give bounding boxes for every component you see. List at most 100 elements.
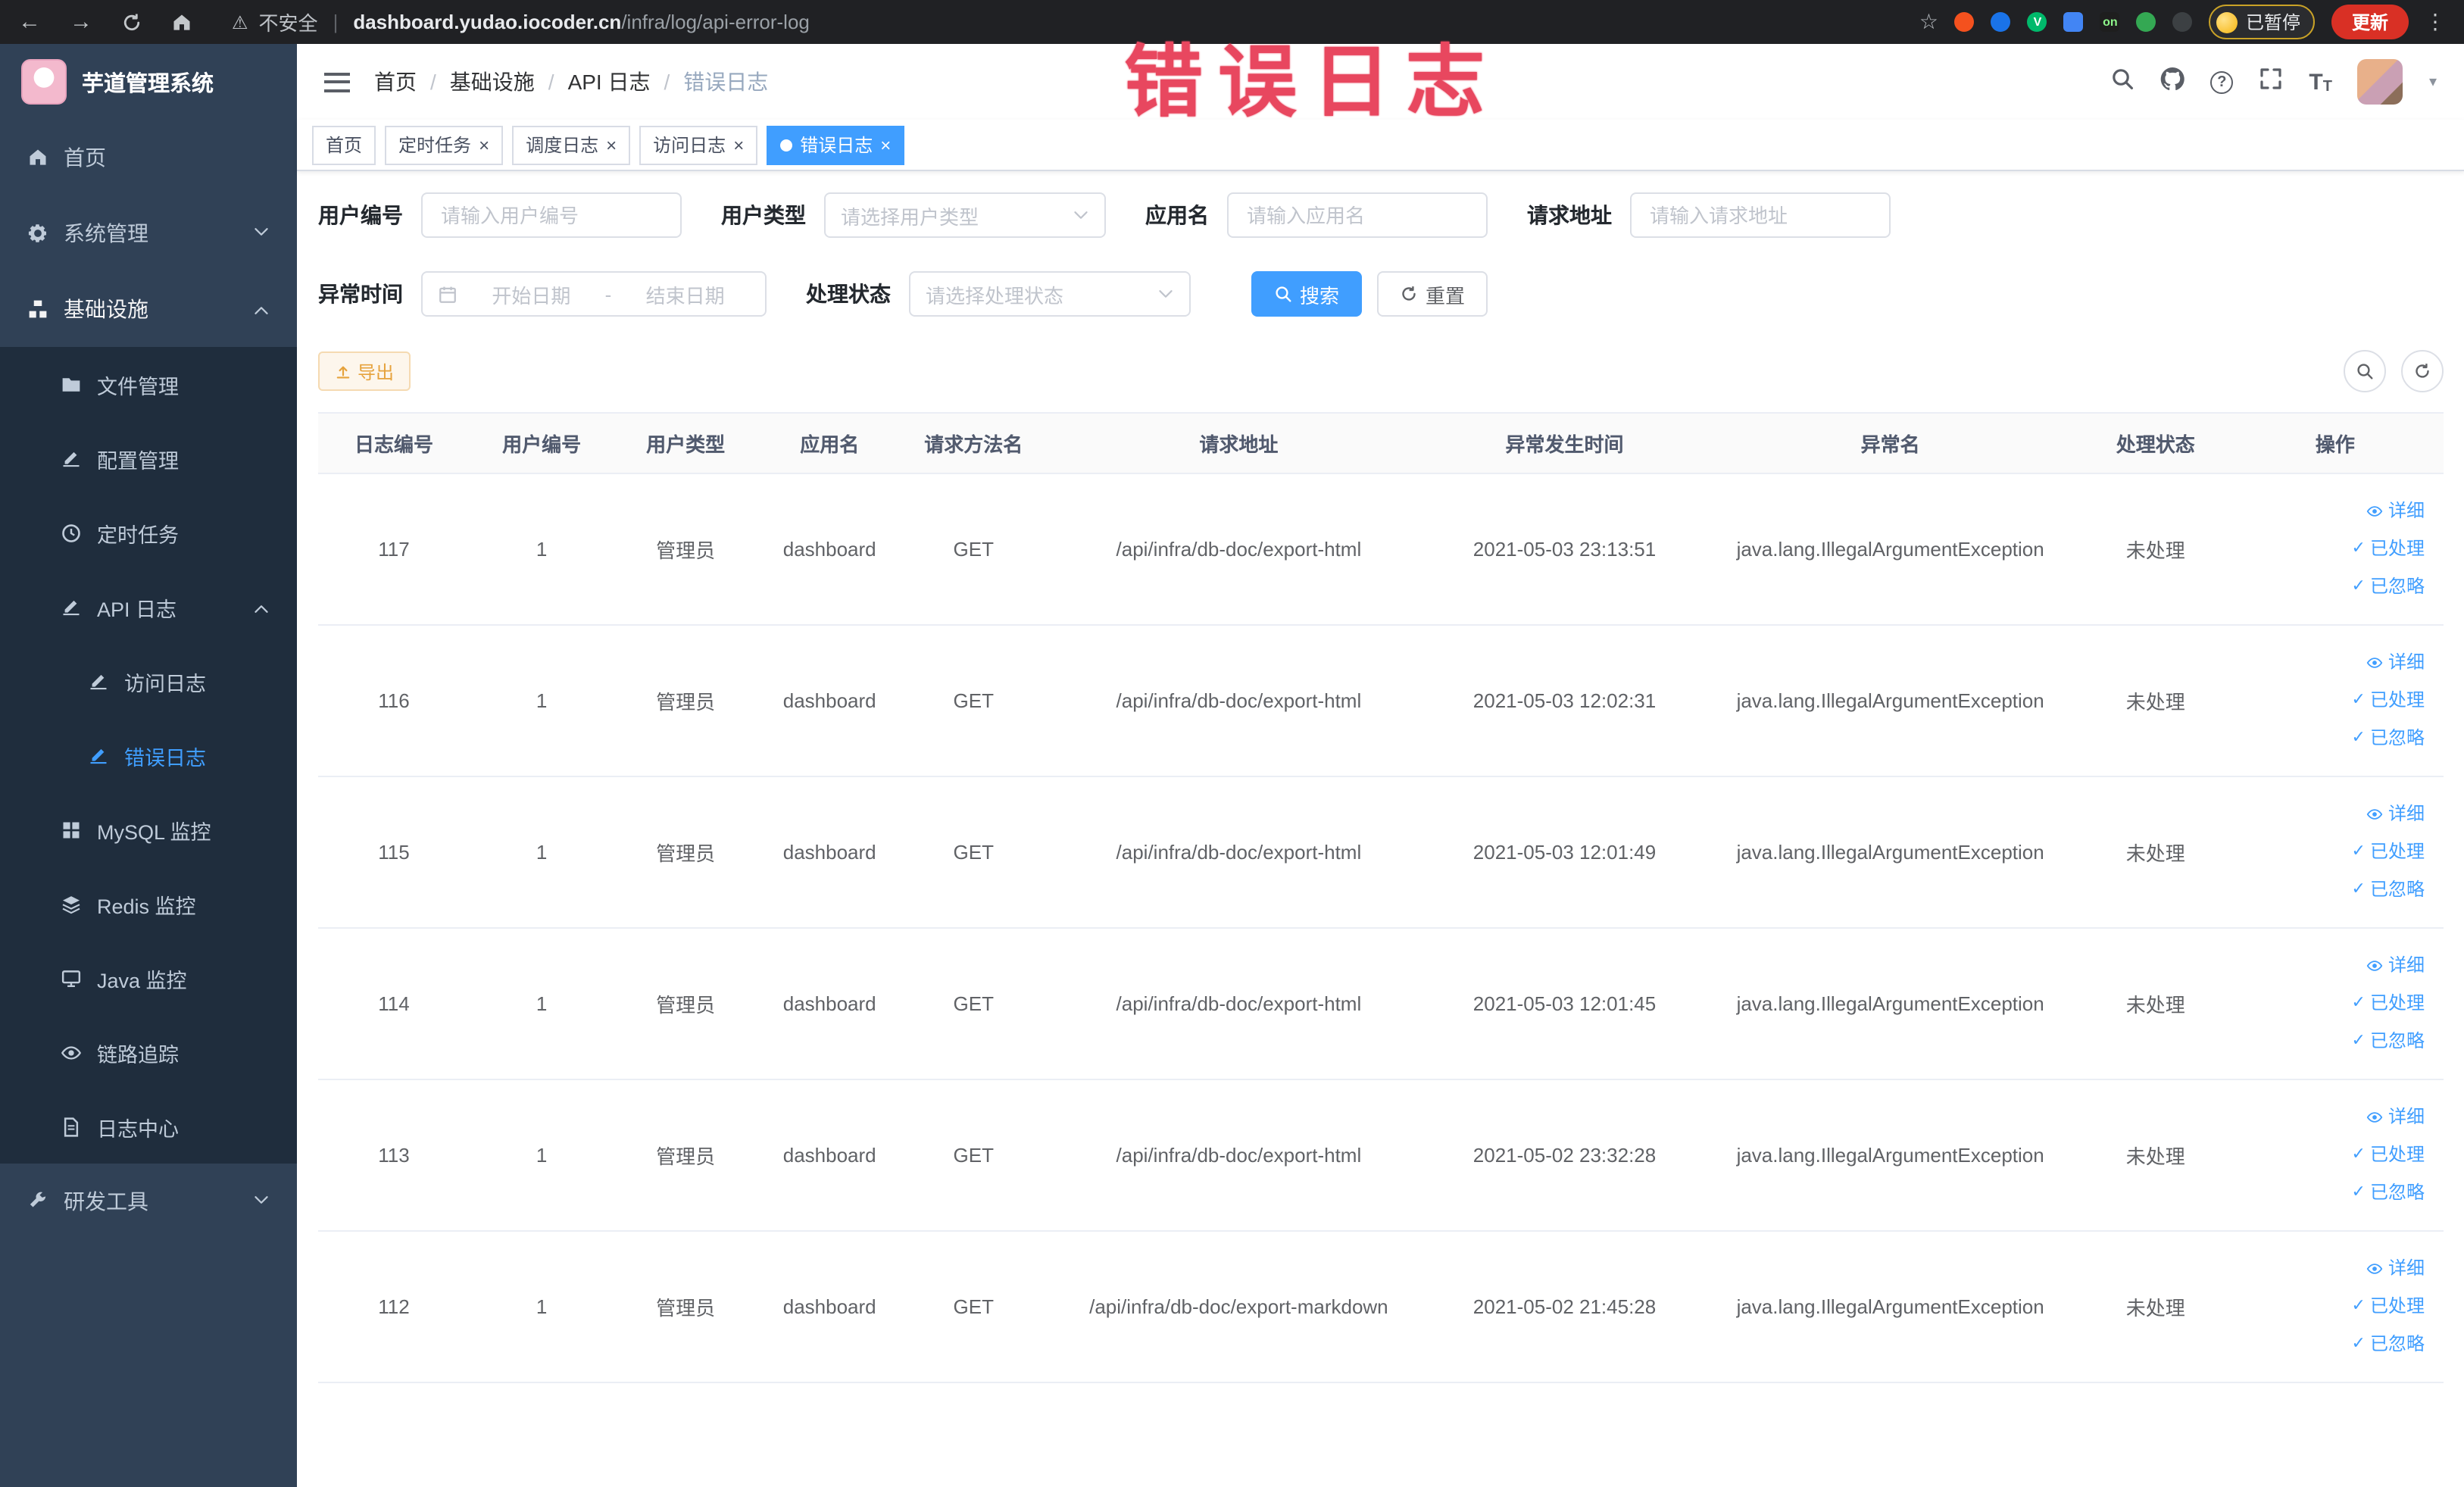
detail-link[interactable]: 详细 xyxy=(2240,644,2425,682)
date-start-field[interactable]: 开始日期 xyxy=(467,280,596,308)
close-icon[interactable]: × xyxy=(606,136,617,154)
date-range-picker[interactable]: 开始日期 - 结束日期 xyxy=(421,271,767,317)
process-link[interactable]: ✓ 已处理 xyxy=(2240,682,2425,720)
wrench-icon xyxy=(30,1192,46,1207)
col-user-type: 用户类型 xyxy=(614,413,758,474)
sidebar-item-log-center[interactable]: 日志中心 xyxy=(0,1089,297,1164)
status-text: 未处理 xyxy=(2083,928,2228,1080)
app-name-input[interactable] xyxy=(1227,192,1488,238)
table-row: 116 1 管理员 dashboard GET /api/infra/db-do… xyxy=(318,625,2443,777)
filter-row-2: 异常时间 开始日期 - 结束日期 处理状态 请选择处理状态 搜索 重置 xyxy=(318,271,2443,317)
extension-icon-blue-drop[interactable] xyxy=(1991,12,2011,32)
ignore-link[interactable]: ✓ 已忽略 xyxy=(2240,720,2425,758)
sidebar-item-mysql[interactable]: MySQL 监控 xyxy=(0,792,297,867)
avatar-caret-icon[interactable]: ▾ xyxy=(2429,73,2437,90)
sidebar-item-system[interactable]: 系统管理 xyxy=(0,195,297,271)
reset-button[interactable]: 重置 xyxy=(1377,271,1488,317)
tab-job[interactable]: 定时任务 × xyxy=(385,125,504,164)
forward-icon[interactable]: → xyxy=(70,11,92,33)
process-link[interactable]: ✓ 已处理 xyxy=(2240,985,2425,1023)
search-button[interactable]: 搜索 xyxy=(1251,271,1363,317)
reload-icon[interactable] xyxy=(121,11,142,33)
breadcrumb-infra[interactable]: 基础设施 xyxy=(450,67,535,97)
process-link[interactable]: ✓ 已处理 xyxy=(2240,1136,2425,1174)
user-type-select[interactable]: 请选择用户类型 xyxy=(824,192,1106,238)
detail-link[interactable]: 详细 xyxy=(2240,1250,2425,1288)
process-link[interactable]: ✓ 已处理 xyxy=(2240,530,2425,568)
bookmark-star-icon[interactable]: ☆ xyxy=(1919,9,1938,35)
sidebar-item-java[interactable]: Java 监控 xyxy=(0,941,297,1015)
app-logo-row[interactable]: 芋道管理系统 xyxy=(0,44,297,120)
ignore-link[interactable]: ✓ 已忽略 xyxy=(2240,1023,2425,1061)
toggle-search-button[interactable] xyxy=(2343,350,2385,392)
breadcrumb-api-log[interactable]: API 日志 xyxy=(568,67,651,97)
user-id-input[interactable] xyxy=(421,192,682,238)
emoji-face-icon xyxy=(2216,11,2238,33)
table-row: 114 1 管理员 dashboard GET /api/infra/db-do… xyxy=(318,928,2443,1080)
search-icon[interactable] xyxy=(2110,66,2135,98)
extension-icon-on[interactable]: on xyxy=(2100,12,2120,32)
sidebar-item-infra[interactable]: 基础设施 xyxy=(0,271,297,347)
tab-home[interactable]: 首页 xyxy=(312,125,376,164)
breadcrumb-current: 错误日志 xyxy=(683,70,769,94)
detail-link[interactable]: 详细 xyxy=(2240,1098,2425,1136)
fullscreen-icon[interactable] xyxy=(2259,66,2283,98)
check-icon: ✓ xyxy=(2351,994,2366,1012)
address-bar[interactable]: ⚠ 不安全 | dashboard.yudao.iocoder.cn/infra… xyxy=(232,8,1919,36)
font-size-icon[interactable]: TT xyxy=(2309,69,2332,95)
sidebar-item-home[interactable]: 首页 xyxy=(0,120,297,195)
process-link[interactable]: ✓ 已处理 xyxy=(2240,833,2425,871)
sidebar-item-api-log[interactable]: API 日志 xyxy=(0,570,297,644)
tab-error-log[interactable]: 错误日志 × xyxy=(767,125,905,164)
date-end-field[interactable]: 结束日期 xyxy=(620,280,750,308)
back-icon[interactable]: ← xyxy=(18,11,41,33)
extension-icon-orange[interactable] xyxy=(1954,12,1975,32)
sidebar-item-file[interactable]: 文件管理 xyxy=(0,347,297,421)
user-avatar[interactable] xyxy=(2357,59,2403,105)
sidebar-item-job[interactable]: 定时任务 xyxy=(0,495,297,570)
menu-fold-icon[interactable] xyxy=(324,72,350,92)
browser-home-icon[interactable] xyxy=(171,11,192,33)
close-icon[interactable]: × xyxy=(880,136,891,154)
help-icon[interactable]: ? xyxy=(2210,70,2234,93)
close-icon[interactable]: × xyxy=(479,136,489,154)
check-icon: ✓ xyxy=(2351,1297,2366,1315)
detail-link[interactable]: 详细 xyxy=(2240,492,2425,530)
check-icon: ✓ xyxy=(2351,1145,2366,1164)
paused-badge[interactable]: 已暂停 xyxy=(2209,5,2316,39)
request-url-input[interactable] xyxy=(1630,192,1891,238)
sidebar-item-devtools[interactable]: 研发工具 xyxy=(0,1164,297,1239)
tab-access-log[interactable]: 访问日志 × xyxy=(639,125,758,164)
refresh-icon xyxy=(2415,362,2428,378)
ignore-link[interactable]: ✓ 已忽略 xyxy=(2240,568,2425,606)
sidebar-item-config[interactable]: 配置管理 xyxy=(0,421,297,495)
export-button[interactable]: 导出 xyxy=(318,351,411,391)
tab-job-log[interactable]: 调度日志 × xyxy=(512,125,631,164)
app-header: 首页 / 基础设施 / API 日志 / 错误日志 ? TT ▾ xyxy=(297,44,2464,120)
refresh-button[interactable] xyxy=(2400,350,2443,392)
eye-icon xyxy=(2367,1112,2384,1123)
sidebar-item-error-log[interactable]: 错误日志 xyxy=(0,718,297,792)
sidebar-item-trace[interactable]: 链路追踪 xyxy=(0,1015,297,1089)
process-link[interactable]: ✓ 已处理 xyxy=(2240,1288,2425,1326)
ignore-link[interactable]: ✓ 已忽略 xyxy=(2240,871,2425,909)
sidebar-item-access-log[interactable]: 访问日志 xyxy=(0,644,297,718)
breadcrumb-home[interactable]: 首页 xyxy=(374,67,417,97)
github-icon[interactable] xyxy=(2160,66,2185,98)
extension-icon-dark[interactable] xyxy=(2172,12,2193,32)
chevron-down-icon xyxy=(1159,289,1173,297)
warning-icon: ⚠ xyxy=(232,11,248,33)
ignore-link[interactable]: ✓ 已忽略 xyxy=(2240,1326,2425,1364)
user-type-label: 用户类型 xyxy=(721,203,806,227)
browser-menu-icon[interactable]: ⋮ xyxy=(2425,9,2446,35)
process-status-select[interactable]: 请选择处理状态 xyxy=(909,271,1191,317)
update-button[interactable]: 更新 xyxy=(2331,5,2408,39)
detail-link[interactable]: 详细 xyxy=(2240,947,2425,985)
extension-icon-grid[interactable] xyxy=(2063,12,2084,32)
extension-icon-v[interactable]: V xyxy=(2027,12,2047,32)
ignore-link[interactable]: ✓ 已忽略 xyxy=(2240,1174,2425,1212)
close-icon[interactable]: × xyxy=(733,136,744,154)
detail-link[interactable]: 详细 xyxy=(2240,795,2425,833)
sidebar-item-redis[interactable]: Redis 监控 xyxy=(0,867,297,941)
extension-icon-green[interactable] xyxy=(2136,12,2156,32)
